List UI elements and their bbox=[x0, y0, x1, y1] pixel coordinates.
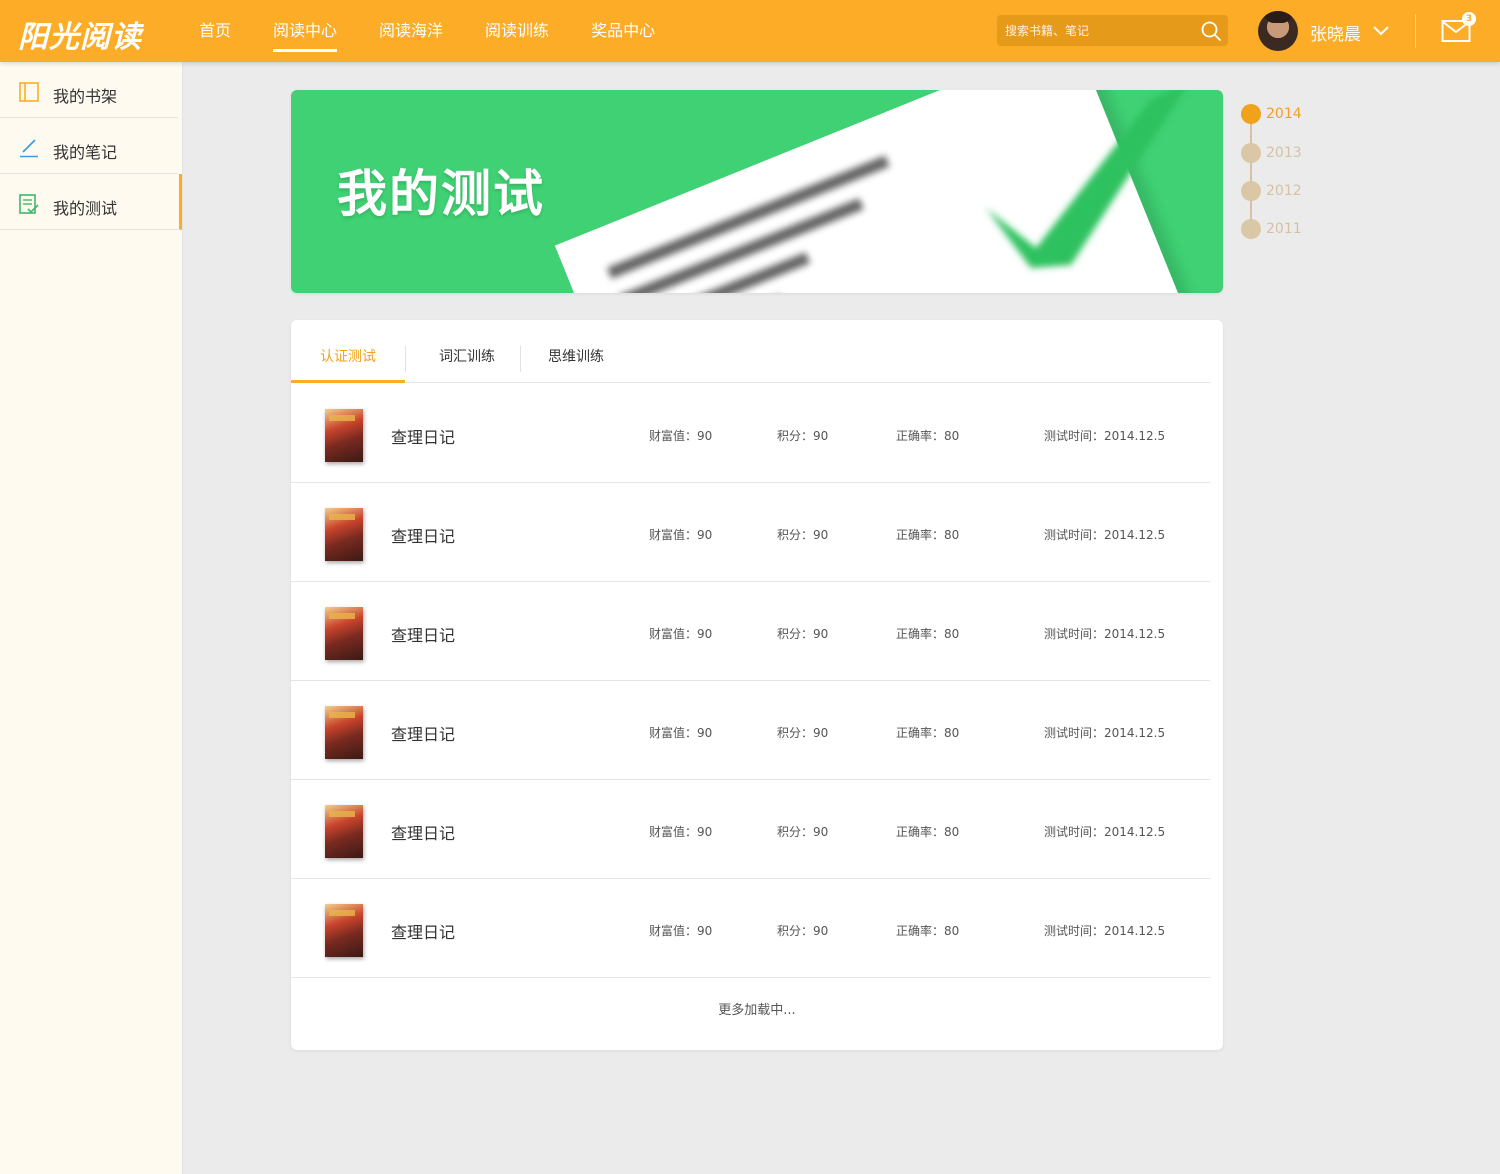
sidebar-item-label: 我的测试 bbox=[53, 199, 118, 218]
points-value: 积分：90 bbox=[777, 726, 829, 740]
test-tabs: 认证测试 词汇训练 思维训练 bbox=[291, 342, 1210, 383]
tab-divider bbox=[405, 346, 406, 372]
year-label: 2013 bbox=[1266, 145, 1302, 161]
test-row[interactable]: 查理日记 财富值：90 积分：90 正确率：80 测试时间：2014.12.5 bbox=[291, 582, 1210, 681]
test-row[interactable]: 查理日记 财富值：90 积分：90 正确率：80 测试时间：2014.12.5 bbox=[291, 483, 1210, 582]
points-value: 积分：90 bbox=[777, 825, 829, 839]
book-cover bbox=[325, 706, 363, 759]
accuracy-value: 正确率：80 bbox=[896, 429, 960, 443]
bookshelf-icon bbox=[19, 82, 39, 102]
accuracy-value: 正确率：80 bbox=[896, 825, 960, 839]
timeline-dot bbox=[1241, 104, 1261, 124]
sidebar-item-bookshelf[interactable]: 我的书架 bbox=[0, 62, 178, 118]
search-box bbox=[997, 15, 1228, 46]
book-title: 查理日记 bbox=[391, 626, 456, 645]
wealth-value: 财富值：90 bbox=[649, 429, 713, 443]
year-timeline: 2014 2013 2012 2011 bbox=[1241, 103, 1321, 243]
timeline-dot bbox=[1241, 181, 1261, 201]
wealth-value: 财富值：90 bbox=[649, 627, 713, 641]
tab-thinking-training[interactable]: 思维训练 bbox=[522, 342, 630, 383]
book-title: 查理日记 bbox=[391, 725, 456, 744]
book-cover bbox=[325, 607, 363, 660]
test-time: 测试时间：2014.12.5 bbox=[1044, 924, 1166, 938]
top-header: 阳光阅读 首页 阅读中心 阅读海洋 阅读训练 奖品中心 张晓晨 3 bbox=[0, 0, 1500, 62]
sidebar-item-notes[interactable]: 我的笔记 bbox=[0, 118, 178, 174]
year-label: 2011 bbox=[1266, 221, 1302, 237]
wealth-value: 财富值：90 bbox=[649, 924, 713, 938]
test-time: 测试时间：2014.12.5 bbox=[1044, 825, 1166, 839]
load-more-link[interactable]: 更多加载中... bbox=[291, 999, 1223, 1018]
accuracy-value: 正确率：80 bbox=[896, 627, 960, 641]
year-label: 2012 bbox=[1266, 183, 1302, 199]
test-time: 测试时间：2014.12.5 bbox=[1044, 528, 1166, 542]
test-icon bbox=[19, 194, 39, 214]
mail-badge: 3 bbox=[1462, 12, 1476, 26]
test-row[interactable]: 查理日记 财富值：90 积分：90 正确率：80 测试时间：2014.12.5 bbox=[291, 384, 1210, 483]
chevron-down-icon[interactable] bbox=[1372, 24, 1390, 38]
book-cover bbox=[325, 904, 363, 957]
timeline-line bbox=[1250, 115, 1252, 233]
test-row[interactable]: 查理日记 财富值：90 积分：90 正确率：80 测试时间：2014.12.5 bbox=[291, 681, 1210, 780]
main-nav: 首页 阅读中心 阅读海洋 阅读训练 奖品中心 bbox=[178, 0, 676, 62]
username[interactable]: 张晓晨 bbox=[1310, 20, 1361, 45]
avatar[interactable] bbox=[1258, 11, 1298, 51]
test-list-card: 认证测试 词汇训练 思维训练 查理日记 财富值：90 积分：90 正确率：80 … bbox=[291, 320, 1223, 1050]
year-label: 2014 bbox=[1266, 106, 1302, 122]
search-icon[interactable] bbox=[1200, 20, 1222, 42]
header-divider bbox=[1415, 14, 1416, 48]
book-title: 查理日记 bbox=[391, 527, 456, 546]
points-value: 积分：90 bbox=[777, 627, 829, 641]
nav-item-home[interactable]: 首页 bbox=[178, 0, 252, 62]
test-time: 测试时间：2014.12.5 bbox=[1044, 627, 1166, 641]
sidebar-item-tests[interactable]: 我的测试 bbox=[0, 174, 182, 230]
tab-certification-test[interactable]: 认证测试 bbox=[291, 342, 405, 383]
nav-item-reading-center[interactable]: 阅读中心 bbox=[252, 0, 358, 62]
book-cover bbox=[325, 409, 363, 462]
sidebar-item-label: 我的书架 bbox=[53, 87, 118, 106]
points-value: 积分：90 bbox=[777, 924, 829, 938]
nav-item-prize-center[interactable]: 奖品中心 bbox=[570, 0, 676, 62]
tab-divider bbox=[520, 346, 521, 372]
book-cover bbox=[325, 805, 363, 858]
banner-title: 我的测试 bbox=[337, 165, 545, 223]
tab-vocabulary-training[interactable]: 词汇训练 bbox=[407, 342, 527, 383]
timeline-dot bbox=[1241, 143, 1261, 163]
test-time: 测试时间：2014.12.5 bbox=[1044, 429, 1166, 443]
sidebar: 我的书架 我的笔记 我的测试 bbox=[0, 62, 183, 1174]
nav-item-reading-training[interactable]: 阅读训练 bbox=[464, 0, 570, 62]
book-title: 查理日记 bbox=[391, 428, 456, 447]
book-title: 查理日记 bbox=[391, 923, 456, 942]
points-value: 积分：90 bbox=[777, 429, 829, 443]
wealth-value: 财富值：90 bbox=[649, 528, 713, 542]
nav-item-reading-ocean[interactable]: 阅读海洋 bbox=[358, 0, 464, 62]
sidebar-item-label: 我的笔记 bbox=[53, 143, 118, 162]
book-cover bbox=[325, 508, 363, 561]
timeline-dot bbox=[1241, 219, 1261, 239]
accuracy-value: 正确率：80 bbox=[896, 924, 960, 938]
search-input[interactable] bbox=[1005, 15, 1195, 46]
site-logo[interactable]: 阳光阅读 bbox=[18, 12, 142, 56]
test-row[interactable]: 查理日记 财富值：90 积分：90 正确率：80 测试时间：2014.12.5 bbox=[291, 780, 1210, 879]
test-banner: 我的测试 bbox=[291, 90, 1223, 293]
book-title: 查理日记 bbox=[391, 824, 456, 843]
points-value: 积分：90 bbox=[777, 528, 829, 542]
accuracy-value: 正确率：80 bbox=[896, 726, 960, 740]
wealth-value: 财富值：90 bbox=[649, 726, 713, 740]
wealth-value: 财富值：90 bbox=[649, 825, 713, 839]
pen-icon bbox=[20, 139, 38, 158]
accuracy-value: 正确率：80 bbox=[896, 528, 960, 542]
test-time: 测试时间：2014.12.5 bbox=[1044, 726, 1166, 740]
test-row[interactable]: 查理日记 财富值：90 积分：90 正确率：80 测试时间：2014.12.5 bbox=[291, 879, 1210, 978]
